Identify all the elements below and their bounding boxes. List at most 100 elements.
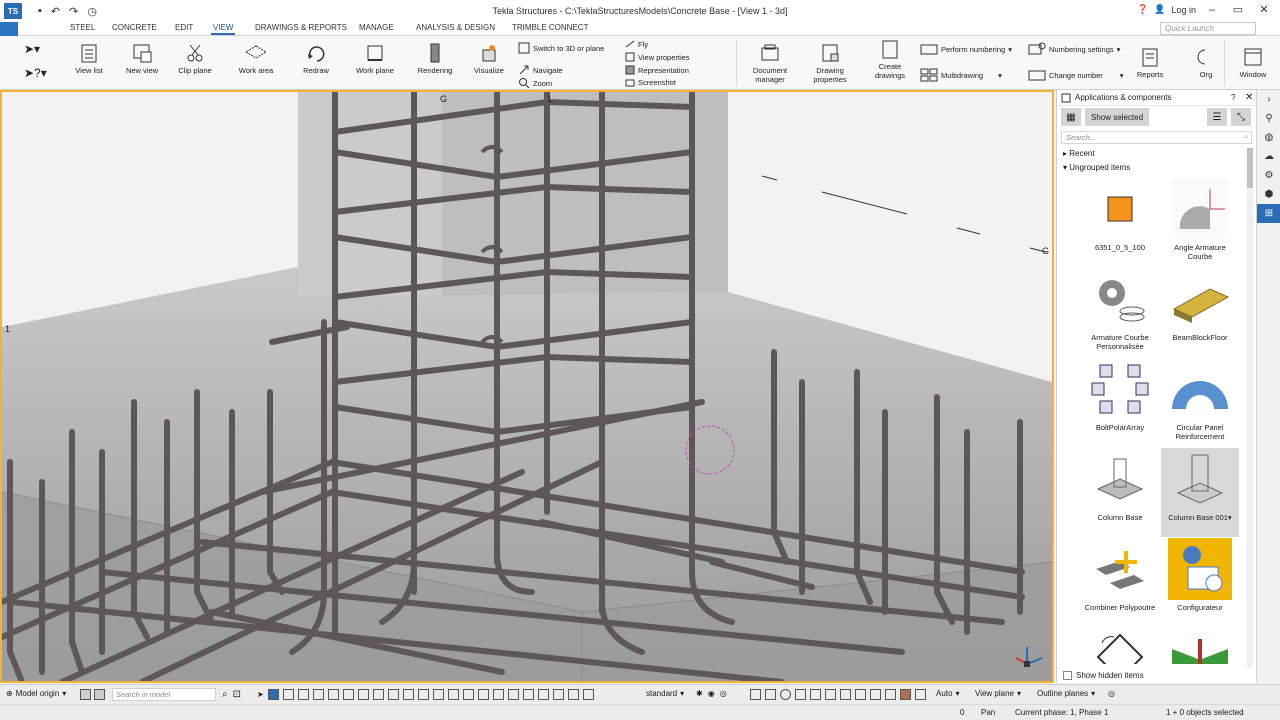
- view-list-button[interactable]: View list: [72, 42, 106, 75]
- grid-label-g-top: G: [440, 94, 447, 104]
- multidrawing-button[interactable]: Multidrawing ▾: [920, 68, 1002, 82]
- org-button[interactable]: Org: [1192, 46, 1220, 79]
- user-icon[interactable]: 👤: [1154, 4, 1165, 15]
- work-area-button[interactable]: Work area: [234, 42, 278, 75]
- filter-standard-dropdown[interactable]: standard ▾: [646, 689, 684, 698]
- component-item[interactable]: Combiner Polypoutre: [1081, 538, 1159, 627]
- snap-toggle-icons[interactable]: [80, 689, 105, 700]
- component-item[interactable]: [1081, 628, 1159, 664]
- auto-dropdown[interactable]: Auto ▾: [936, 689, 959, 698]
- change-number-button[interactable]: Change number ▾: [1028, 68, 1124, 82]
- collapse-icon[interactable]: ⤡: [1231, 108, 1251, 126]
- switch-3d-button[interactable]: Switch to 3D or plane: [518, 42, 604, 54]
- redraw-button[interactable]: Redraw: [296, 42, 336, 75]
- globe-icon[interactable]: ◍: [1257, 128, 1280, 147]
- catalog-search-input[interactable]: Search... ⌕: [1061, 131, 1252, 144]
- tab-view[interactable]: VIEW: [211, 23, 236, 35]
- tree-item-recent[interactable]: ▸ Recent: [1063, 147, 1256, 161]
- reports-icon: [1142, 48, 1158, 67]
- select-arrow-icon[interactable]: ➤▾: [24, 42, 40, 56]
- tab-drawings-reports[interactable]: DRAWINGS & REPORTS: [253, 23, 349, 32]
- window-button[interactable]: Window: [1234, 46, 1272, 79]
- gear-icon[interactable]: ⚙: [1257, 166, 1280, 185]
- show-hidden-checkbox[interactable]: [1063, 671, 1072, 680]
- search-icon[interactable]: ⌕: [1244, 132, 1248, 142]
- view-plane-dropdown[interactable]: View plane ▾: [975, 689, 1021, 698]
- component-item[interactable]: [1161, 628, 1239, 664]
- view-properties-button[interactable]: View properties: [625, 52, 690, 62]
- create-drawings-button[interactable]: Create drawings: [868, 38, 912, 80]
- screenshot-button[interactable]: Screenshot: [625, 77, 676, 87]
- minimize-icon[interactable]: –: [1202, 4, 1222, 16]
- fly-button[interactable]: Fly: [625, 39, 648, 49]
- tekla-logo-icon[interactable]: TS: [4, 3, 22, 19]
- document-manager-button[interactable]: Document manager: [748, 42, 792, 84]
- chevron-right-icon[interactable]: ›: [1257, 90, 1280, 109]
- select-help-icon[interactable]: ➤?▾: [24, 66, 47, 80]
- model-viewport[interactable]: G 1 G 1: [0, 90, 1054, 683]
- redo-icon[interactable]: ↷: [69, 5, 78, 18]
- zoom-button[interactable]: Zoom: [518, 77, 552, 89]
- reports-button[interactable]: Reports: [1132, 46, 1168, 79]
- grid-label-1-left: 1: [5, 324, 10, 334]
- model-search-input[interactable]: Search in model: [112, 688, 216, 701]
- component-item[interactable]: BoltPolarArray: [1081, 358, 1159, 447]
- perform-numbering-button[interactable]: Perform numbering ▾: [920, 42, 1012, 56]
- tab-edit[interactable]: EDIT: [173, 23, 195, 32]
- rendering-button[interactable]: Rendering: [414, 42, 456, 75]
- close-icon[interactable]: ✕: [1254, 3, 1274, 16]
- tab-manage[interactable]: MANAGE: [357, 23, 396, 32]
- maximize-icon[interactable]: ▭: [1228, 3, 1248, 16]
- display-toggle-icon[interactable]: ◎: [1108, 689, 1115, 698]
- component-item[interactable]: Configurateur: [1161, 538, 1239, 627]
- outline-planes-dropdown[interactable]: Outline planes ▾: [1037, 689, 1095, 698]
- tab-steel[interactable]: STEEL: [68, 23, 97, 32]
- search-tools[interactable]: ⌕ ⊡: [222, 689, 241, 700]
- undo-icon[interactable]: ↶: [51, 5, 60, 18]
- cloud-icon[interactable]: ☁: [1257, 147, 1280, 166]
- model-origin-dropdown[interactable]: ⊕ Model origin ▾: [6, 689, 66, 698]
- help-icon[interactable]: ?: [1231, 93, 1235, 102]
- link-icon[interactable]: ⚲: [1257, 109, 1280, 128]
- history-icon[interactable]: ◷: [87, 5, 97, 18]
- component-item[interactable]: Armature Courbe Personnalisée: [1081, 268, 1159, 357]
- component-item[interactable]: 6351_0_5_100: [1081, 178, 1159, 267]
- tab-analysis-design[interactable]: ANALYSIS & DESIGN: [414, 23, 497, 32]
- login-link[interactable]: Log in: [1171, 5, 1196, 15]
- component-item-selected[interactable]: Column Base 001▾: [1161, 448, 1239, 537]
- work-plane-button[interactable]: Work plane: [352, 42, 398, 75]
- quick-launch-input[interactable]: Quick Launch: [1160, 22, 1256, 35]
- selection-filter-icons[interactable]: ➤: [257, 689, 594, 700]
- grid-view-icon[interactable]: ▦: [1061, 108, 1081, 126]
- snap-switch-icons[interactable]: [750, 689, 926, 700]
- navigate-button[interactable]: Navigate: [518, 64, 563, 76]
- close-panel-icon[interactable]: ✕: [1245, 92, 1253, 103]
- new-view-button[interactable]: New view: [122, 42, 162, 75]
- show-selected-button[interactable]: Show selected: [1085, 108, 1150, 126]
- cube-icon[interactable]: ⬢: [1257, 185, 1280, 204]
- representation-button[interactable]: Representation: [625, 65, 689, 75]
- list-view-icon[interactable]: ☰: [1207, 108, 1227, 126]
- visualize-button[interactable]: Visualize: [468, 42, 510, 75]
- select-arrow-icon: ➤: [257, 690, 264, 699]
- help-icon[interactable]: ❓: [1137, 4, 1148, 15]
- clip-plane-button[interactable]: Clip plane: [175, 42, 215, 75]
- drawing-properties-button[interactable]: Drawing properties: [808, 42, 852, 84]
- snap-icons[interactable]: ✱ ◉ ◎: [696, 689, 727, 698]
- component-item[interactable]: Column Base: [1081, 448, 1159, 537]
- component-item[interactable]: BeamBlockFloor: [1161, 268, 1239, 357]
- save-icon[interactable]: ▪: [38, 5, 42, 18]
- current-phase[interactable]: Current phase: 1, Phase 1: [1015, 708, 1108, 717]
- tree-item-ungrouped[interactable]: ▾ Ungrouped items: [1063, 161, 1256, 175]
- tab-concrete[interactable]: CONCRETE: [110, 23, 159, 32]
- tab-trimble-connect[interactable]: TRIMBLE CONNECT: [510, 23, 590, 32]
- show-hidden-toggle[interactable]: Show hidden items: [1063, 671, 1144, 680]
- component-item[interactable]: Circular Panel Reinforcement: [1161, 358, 1239, 447]
- panel-scrollbar[interactable]: [1247, 148, 1253, 668]
- orange-square-icon: [1107, 196, 1133, 222]
- component-item[interactable]: Angle Armature Courbe: [1161, 178, 1239, 267]
- rebar-3d-view[interactable]: G 1 G 1: [2, 92, 1052, 681]
- component-grid: 6351_0_5_100 Angle Armature Courbe Armat…: [1081, 178, 1241, 664]
- applications-icon[interactable]: ⊞: [1257, 204, 1280, 223]
- numbering-settings-button[interactable]: Numbering settings ▾: [1028, 42, 1120, 56]
